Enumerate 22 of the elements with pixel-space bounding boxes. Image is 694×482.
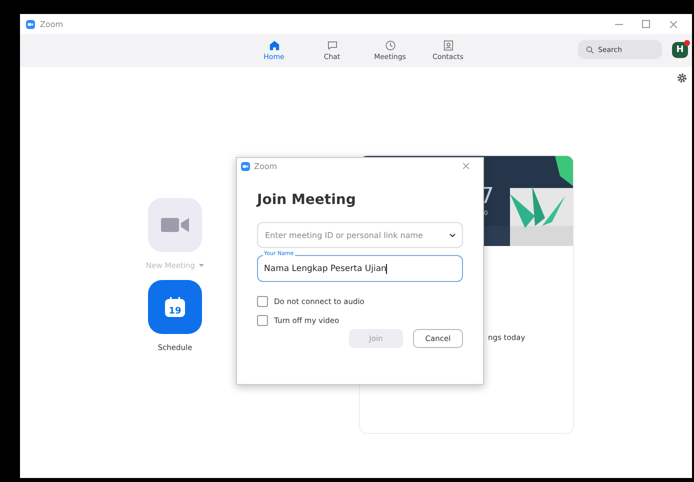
- checkbox[interactable]: [257, 296, 268, 307]
- chat-icon: [326, 40, 338, 51]
- settings-icon[interactable]: [677, 73, 687, 83]
- dialog-heading: Join Meeting: [257, 192, 357, 208]
- calendar-icon: 19: [164, 296, 186, 318]
- meeting-id-field[interactable]: Enter meeting ID or personal link name: [257, 222, 463, 248]
- window-title: Zoom: [40, 20, 64, 28]
- close-icon[interactable]: [670, 20, 676, 28]
- chevron-down-icon: [449, 232, 456, 238]
- home-icon: [268, 40, 280, 51]
- app-logo-icon: [241, 162, 250, 170]
- maximize-icon[interactable]: [642, 20, 650, 28]
- contacts-icon: [442, 40, 454, 51]
- close-icon[interactable]: [463, 163, 469, 169]
- avatar[interactable]: H: [672, 42, 688, 58]
- action-button[interactable]: 19: [148, 280, 202, 334]
- checkbox[interactable]: [257, 315, 268, 326]
- video-camera-icon: [161, 217, 189, 233]
- app-logo-icon: [26, 20, 35, 28]
- dialog-title: Zoom: [254, 162, 278, 170]
- clock-icon: [384, 40, 396, 51]
- search-icon: [586, 46, 594, 54]
